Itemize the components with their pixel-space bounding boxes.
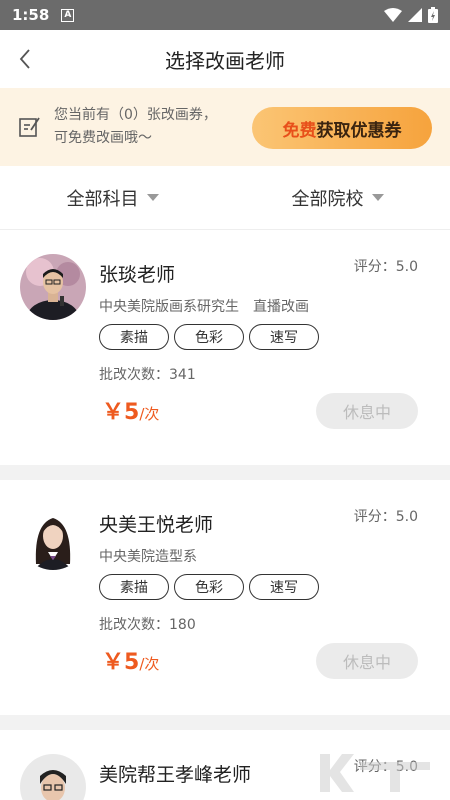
get-coupon-label: 获取优惠券 (316, 120, 402, 141)
teacher-description: 中央美院造型系 (99, 549, 197, 565)
price: ￥5/次 (102, 644, 159, 676)
get-coupon-button[interactable]: 免费 获取优惠券 (252, 107, 432, 149)
teacher-score: 评分：5.0 (353, 509, 418, 525)
teacher-avatar (20, 504, 86, 570)
teacher-avatar (20, 254, 86, 320)
price-unit: /次 (139, 405, 160, 423)
subject-filter-dropdown[interactable]: 全部科目 (0, 166, 225, 229)
subject-filter-label: 全部科目 (66, 188, 139, 210)
resting-status-button[interactable]: 休息中 (316, 393, 418, 429)
price-value: 5 (124, 400, 140, 425)
correction-count: 批改次数：180 (99, 617, 196, 633)
nav-bar: 选择改画老师 (0, 30, 450, 88)
signal-icon (408, 8, 422, 22)
get-coupon-free-label: 免费 (282, 120, 317, 141)
watermark-logo (320, 754, 430, 792)
filter-bar: 全部科目 全部院校 (0, 166, 450, 230)
tag-quick-sketch: 速写 (249, 574, 319, 600)
price-symbol: ￥ (102, 400, 125, 425)
coupon-line-1: 您当前有（0）张改画券， (54, 107, 217, 123)
correction-count: 批改次数：341 (99, 367, 196, 383)
caret-down-icon (371, 194, 384, 201)
tag-sketch: 素描 (99, 324, 169, 350)
tag-quick-sketch: 速写 (249, 324, 319, 350)
caret-down-icon (146, 194, 159, 201)
price-value: 5 (124, 650, 140, 675)
teacher-name: 张琰老师 (99, 264, 176, 286)
tag-color: 色彩 (174, 574, 244, 600)
teacher-card[interactable]: 张琰老师 评分：5.0 中央美院版画系研究生 直播改画 素描 色彩 速写 批改次… (0, 230, 450, 465)
teacher-name: 央美王悦老师 (99, 514, 214, 536)
teacher-name: 美院帮王孝峰老师 (99, 764, 252, 786)
edit-note-icon (19, 117, 40, 137)
teacher-tags: 素描 色彩 速写 (99, 574, 319, 600)
back-arrow-icon[interactable] (14, 47, 38, 71)
teacher-description: 中央美院版画系研究生 直播改画 (99, 299, 309, 315)
price: ￥5/次 (102, 394, 159, 426)
status-time: 1:58 (12, 6, 50, 24)
coupon-line-2: 可免费改画哦～ (54, 130, 152, 146)
teacher-score: 评分：5.0 (353, 259, 418, 275)
notification-a-icon: A (61, 8, 75, 22)
price-symbol: ￥ (102, 650, 125, 675)
tag-sketch: 素描 (99, 574, 169, 600)
page-title: 选择改画老师 (165, 48, 285, 73)
teacher-avatar (20, 754, 86, 800)
coupon-banner: 您当前有（0）张改画券， 可免费改画哦～ 免费 获取优惠券 (0, 88, 450, 166)
teacher-card[interactable]: 央美王悦老师 评分：5.0 中央美院造型系 素描 色彩 速写 批改次数：180 … (0, 480, 450, 715)
status-bar: 1:58 A (0, 0, 450, 30)
coupon-text: 您当前有（0）张改画券， 可免费改画哦～ (54, 104, 217, 150)
battery-icon (428, 7, 438, 23)
teacher-tags: 素描 色彩 速写 (99, 324, 319, 350)
wifi-icon (384, 8, 402, 22)
resting-status-button[interactable]: 休息中 (316, 643, 418, 679)
price-unit: /次 (139, 655, 160, 673)
tag-color: 色彩 (174, 324, 244, 350)
school-filter-label: 全部院校 (291, 188, 364, 210)
school-filter-dropdown[interactable]: 全部院校 (225, 166, 450, 229)
